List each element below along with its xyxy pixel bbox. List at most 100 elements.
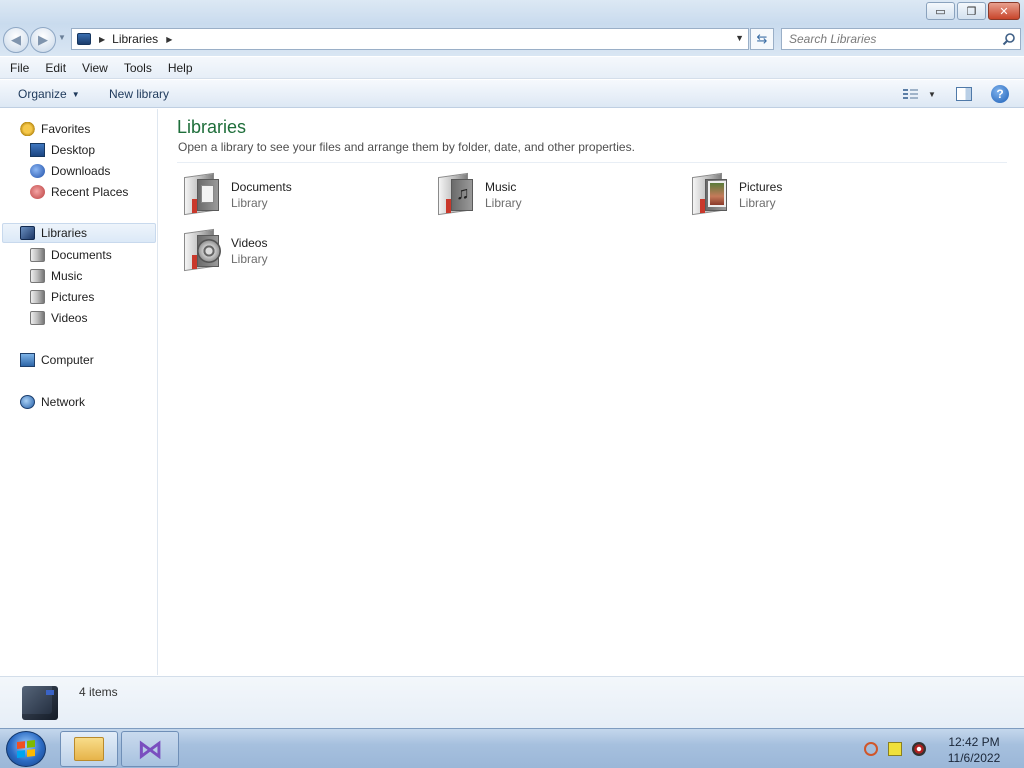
libraries-large-icon [22, 686, 58, 720]
documents-library-icon [181, 171, 223, 216]
clock-date: 11/6/2022 [947, 751, 1001, 765]
nav-libraries[interactable]: Libraries [2, 223, 156, 243]
library-tile-videos[interactable]: Videos Library [179, 225, 429, 275]
library-type: Library [485, 196, 522, 210]
chevron-down-icon: ▼ [71, 89, 80, 99]
breadcrumb-separator[interactable]: ▶ [166, 35, 172, 44]
organize-button[interactable]: Organize ▼ [10, 85, 88, 103]
folder-icon [74, 737, 104, 761]
clock[interactable]: 12:42 PM 11/6/2022 [944, 734, 1004, 766]
volume-icon[interactable] [912, 742, 926, 756]
new-library-button[interactable]: New library [101, 85, 177, 103]
nav-item-downloads[interactable]: Downloads [30, 161, 110, 181]
nav-item-videos[interactable]: Videos [30, 308, 87, 328]
libraries-icon [20, 226, 35, 240]
start-button[interactable] [6, 731, 46, 767]
taskbar: ⋈ 12:42 PM 11/6/2022 [0, 728, 1024, 768]
address-dropdown-icon[interactable]: ▼ [735, 33, 744, 43]
recent-places-icon [30, 185, 45, 199]
command-bar: Organize ▼ New library ▼ ? [0, 80, 1024, 108]
nav-label: Documents [51, 248, 112, 262]
nav-network[interactable]: Network [20, 392, 85, 412]
details-view-icon [903, 87, 918, 101]
search-icon[interactable] [1002, 32, 1016, 46]
breadcrumb-separator[interactable]: ▶ [99, 35, 105, 44]
taskbar-explorer-button[interactable] [60, 731, 118, 767]
chevron-down-icon: ▼ [928, 89, 936, 99]
menu-edit[interactable]: Edit [35, 61, 72, 75]
library-name: Pictures [739, 180, 783, 194]
library-tile-music[interactable]: ♫ Music Library [433, 169, 683, 219]
library-name: Videos [231, 236, 268, 250]
nav-item-music[interactable]: Music [30, 266, 82, 286]
downloads-icon [30, 164, 45, 178]
favorites-star-icon [20, 122, 35, 136]
documents-library-icon [30, 248, 45, 262]
address-bar[interactable]: ▶ Libraries ▶ ▼ [71, 28, 749, 50]
pictures-library-icon [30, 290, 45, 304]
library-name: Documents [231, 180, 292, 194]
music-library-icon: ♫ [435, 171, 477, 216]
menu-file[interactable]: File [0, 61, 35, 75]
page-subtitle: Open a library to see your files and arr… [178, 140, 635, 154]
nav-item-documents[interactable]: Documents [30, 245, 112, 265]
menu-view[interactable]: View [72, 61, 114, 75]
nav-label: Pictures [51, 290, 95, 304]
navigation-pane: Favorites Desktop Downloads Recent Place… [0, 109, 158, 675]
details-pane: 4 items [0, 676, 1024, 728]
maximize-button[interactable]: ❐ [957, 2, 986, 20]
library-tile-pictures[interactable]: Pictures Library [687, 169, 937, 219]
nav-label: Music [51, 269, 83, 283]
search-box[interactable] [781, 28, 1021, 50]
nav-item-desktop[interactable]: Desktop [30, 140, 95, 160]
nav-label: Favorites [41, 122, 91, 136]
computer-icon [20, 353, 35, 367]
library-name: Music [485, 180, 517, 194]
network-icon [20, 395, 35, 409]
music-library-icon [30, 269, 45, 283]
videos-library-icon [181, 227, 223, 272]
content-pane: Libraries Open a library to see your fil… [159, 109, 1024, 675]
organize-label: Organize [18, 87, 67, 101]
nav-label: Computer [41, 353, 94, 367]
breadcrumb-libraries[interactable]: Libraries [112, 32, 158, 46]
menu-help[interactable]: Help [158, 61, 199, 75]
nav-label: Downloads [51, 164, 111, 178]
nav-favorites[interactable]: Favorites [20, 119, 90, 139]
nav-label: Recent Places [51, 185, 129, 199]
back-button[interactable]: ◀ [3, 27, 29, 53]
recent-pages-dropdown[interactable]: ▼ [58, 33, 66, 42]
visual-studio-icon: ⋈ [137, 734, 163, 764]
nav-item-pictures[interactable]: Pictures [30, 287, 94, 307]
minimize-button[interactable]: ▭ [926, 2, 955, 20]
libraries-icon [77, 33, 91, 45]
help-button[interactable]: ? [991, 85, 1009, 103]
clock-time: 12:42 PM [948, 735, 1000, 749]
item-count: 4 items [79, 685, 118, 699]
nav-item-recent-places[interactable]: Recent Places [30, 182, 128, 202]
action-center-flag-icon[interactable] [888, 742, 902, 756]
menu-bar: File Edit View Tools Help [0, 57, 1024, 79]
pictures-library-icon [689, 171, 731, 216]
nav-label: Libraries [41, 226, 88, 240]
library-tile-documents[interactable]: Documents Library [179, 169, 429, 219]
search-input[interactable] [782, 32, 992, 46]
nav-label: Videos [51, 311, 88, 325]
videos-library-icon [30, 311, 45, 325]
page-title: Libraries [177, 117, 247, 137]
search-icon[interactable] [864, 742, 878, 756]
system-tray [864, 741, 936, 757]
preview-pane-button[interactable] [956, 87, 972, 101]
close-button[interactable]: ✕ [988, 2, 1020, 20]
nav-computer[interactable]: Computer [20, 350, 94, 370]
address-row: ◀ ▶ ▼ ▶ Libraries ▶ ▼ ⇆ [0, 24, 1024, 56]
library-type: Library [231, 252, 268, 266]
change-view-button[interactable]: ▼ [900, 85, 940, 103]
forward-button[interactable]: ▶ [30, 27, 56, 53]
menu-tools[interactable]: Tools [114, 61, 158, 75]
title-bar: ▭ ❐ ✕ [0, 0, 1024, 24]
taskbar-visual-studio-button[interactable]: ⋈ [121, 731, 179, 767]
nav-label: Network [41, 395, 86, 409]
refresh-button[interactable]: ⇆ [750, 28, 774, 50]
windows-logo-icon [17, 740, 35, 758]
